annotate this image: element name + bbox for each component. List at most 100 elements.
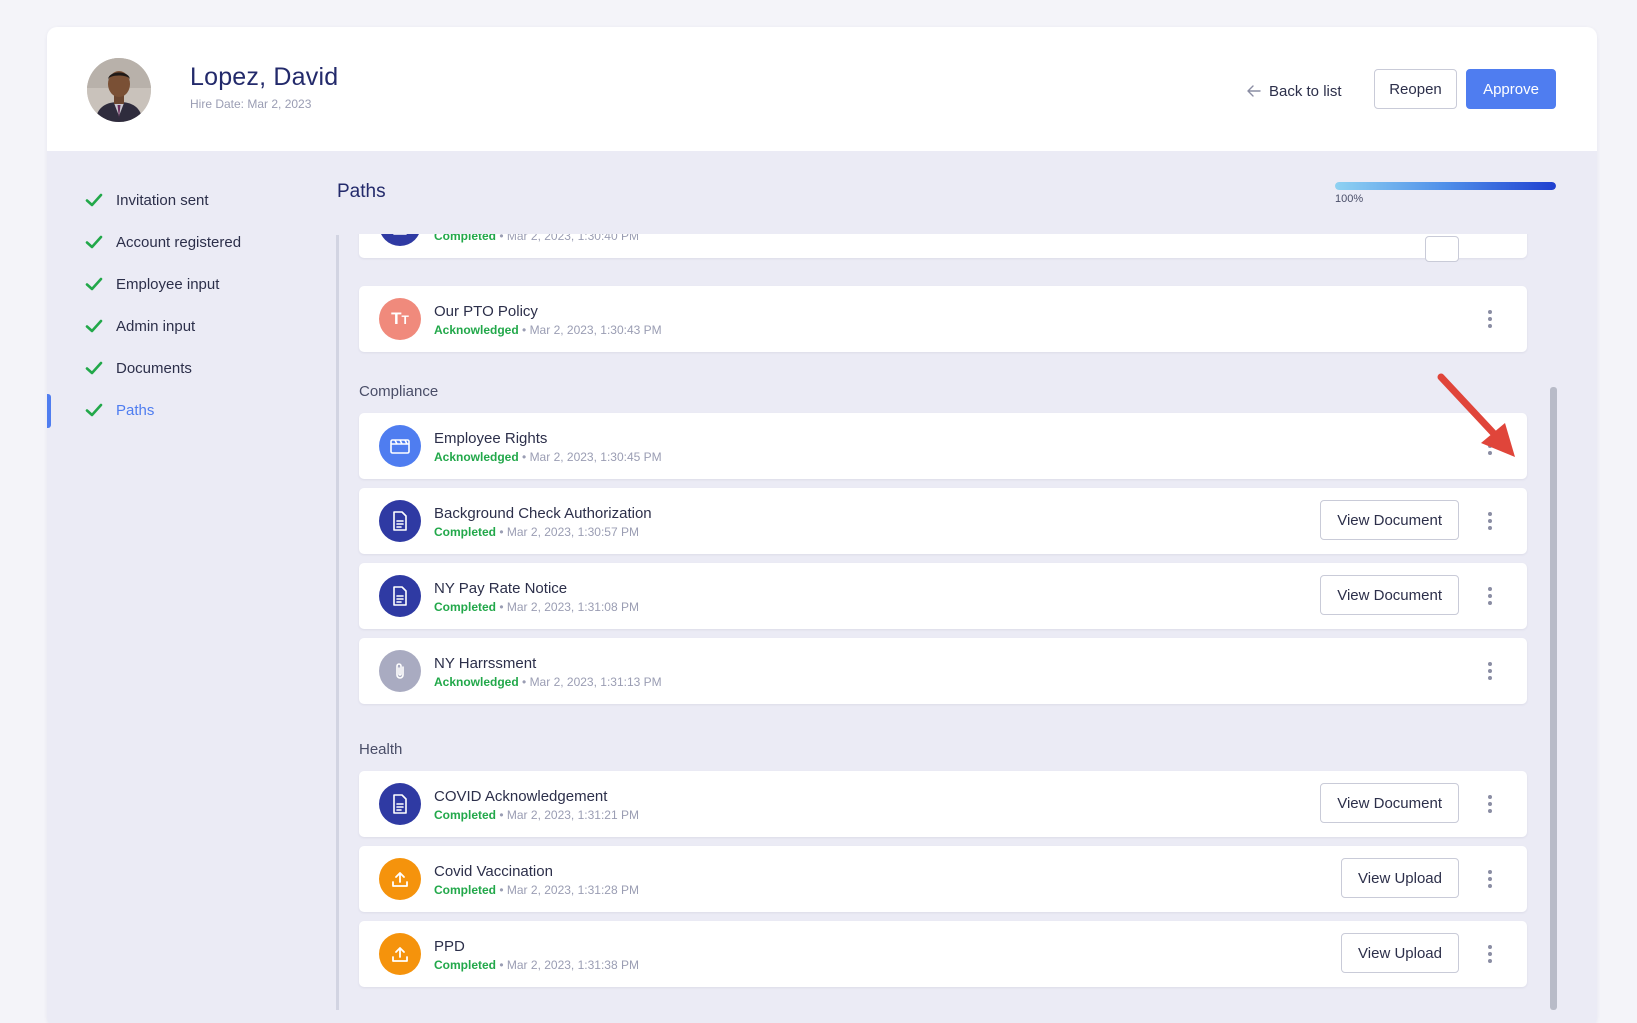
check-icon [85,235,103,249]
check-icon [85,319,103,333]
scrollbar-thumb[interactable] [1550,387,1557,1010]
progress-track [1335,182,1556,190]
more-options-icon[interactable] [1485,308,1495,330]
paths-progress: 100% [1335,182,1556,205]
view-document-button[interactable]: View Document [1320,575,1459,615]
progress-label: 100% [1335,193,1364,205]
more-options-icon[interactable] [1485,585,1495,607]
annotation-arrow-icon [1437,373,1515,457]
item-status: Completed [434,958,497,972]
paths-list[interactable]: Completed • Mar 2, 2023, 1:30:40 PM TT O… [337,234,1557,1014]
arrow-left-icon [1247,85,1261,97]
progress-fill [1335,182,1556,190]
item-meta: Acknowledged • Mar 2, 2023, 1:30:45 PM [434,450,662,464]
item-status: Completed [434,883,497,897]
step-label: Paths [116,401,155,419]
item-timestamp: Mar 2, 2023, 1:31:13 PM [529,675,662,689]
view-document-button[interactable] [1425,236,1459,262]
item-meta: Completed • Mar 2, 2023, 1:30:57 PM [434,525,639,539]
step-employee-input[interactable]: Employee input [47,266,327,302]
item-meta: Completed • Mar 2, 2023, 1:31:21 PM [434,808,639,822]
hire-date: Hire Date: Mar 2, 2023 [190,97,312,111]
paths-title: Paths [337,181,386,202]
list-item: Covid Vaccination Completed • Mar 2, 202… [359,846,1527,912]
list-item: Background Check Authorization Completed… [359,488,1527,554]
item-status: Acknowledged [434,675,519,689]
onboarding-card: Lopez, David Hire Date: Mar 2, 2023 Back… [47,27,1597,1023]
step-invitation-sent[interactable]: Invitation sent [47,182,327,218]
active-step-indicator [47,394,51,428]
check-icon [85,277,103,291]
more-options-icon[interactable] [1485,943,1495,965]
reopen-button[interactable]: Reopen [1374,69,1457,109]
list-item: Employee Rights Acknowledged • Mar 2, 20… [359,413,1527,479]
item-title: NY Pay Rate Notice [434,580,568,597]
upload-icon [379,933,421,975]
item-title: Covid Vaccination [434,863,553,880]
item-timestamp: Mar 2, 2023, 1:30:43 PM [529,323,662,337]
item-status: Completed [434,808,497,822]
avatar [87,58,151,122]
item-meta: Completed • Mar 2, 2023, 1:31:28 PM [434,883,639,897]
step-admin-input[interactable]: Admin input [47,308,327,344]
step-paths[interactable]: Paths [47,392,327,428]
item-status: Acknowledged [434,323,519,337]
view-upload-button[interactable]: View Upload [1341,858,1459,898]
step-label: Employee input [116,275,220,293]
item-title: PPD [434,938,465,955]
list-item: Completed • Mar 2, 2023, 1:30:40 PM [359,234,1527,262]
view-document-button[interactable]: View Document [1320,500,1459,540]
more-options-icon[interactable] [1485,510,1495,532]
back-to-list-link[interactable]: Back to list [1247,79,1342,103]
item-timestamp: Mar 2, 2023, 1:31:28 PM [506,883,639,897]
item-status: Completed [434,234,497,243]
employee-header: Lopez, David Hire Date: Mar 2, 2023 Back… [47,27,1597,151]
list-item: TT Our PTO Policy Acknowledged • Mar 2, … [359,286,1527,352]
item-meta: Completed • Mar 2, 2023, 1:31:38 PM [434,958,639,972]
document-icon [379,575,421,617]
more-options-icon[interactable] [1485,660,1495,682]
step-label: Documents [116,359,192,377]
item-timestamp: Mar 2, 2023, 1:31:38 PM [506,958,639,972]
list-item: PPD Completed • Mar 2, 2023, 1:31:38 PM … [359,921,1527,987]
video-icon [379,425,421,467]
item-status: Acknowledged [434,450,519,464]
item-meta: Completed • Mar 2, 2023, 1:30:40 PM [434,234,639,243]
paperclip-icon [379,650,421,692]
item-title: Background Check Authorization [434,505,652,522]
view-document-button[interactable]: View Document [1320,783,1459,823]
item-timestamp: Mar 2, 2023, 1:30:45 PM [529,450,662,464]
step-label: Account registered [116,233,242,251]
more-options-icon[interactable] [1485,793,1495,815]
more-options-icon[interactable] [1485,868,1495,890]
approve-button[interactable]: Approve [1466,69,1556,109]
list-item: COVID Acknowledgement Completed • Mar 2,… [359,771,1527,837]
step-label: Admin input [116,317,196,335]
document-icon [379,783,421,825]
upload-icon [379,858,421,900]
view-upload-button[interactable]: View Upload [1341,933,1459,973]
group-label-health: Health [359,741,403,758]
step-account-registered[interactable]: Account registered [47,224,327,260]
item-meta: Acknowledged • Mar 2, 2023, 1:30:43 PM [434,323,662,337]
back-to-list-label: Back to list [1269,82,1342,100]
item-timestamp: Mar 2, 2023, 1:30:57 PM [506,525,639,539]
item-timestamp: Mar 2, 2023, 1:31:08 PM [506,600,639,614]
check-icon [85,361,103,375]
document-icon [379,500,421,542]
text-icon: TT [379,298,421,340]
list-item: NY Pay Rate Notice Completed • Mar 2, 20… [359,563,1527,629]
employee-name: Lopez, David [190,63,339,91]
step-documents[interactable]: Documents [47,350,327,386]
item-timestamp: Mar 2, 2023, 1:31:21 PM [506,808,639,822]
item-title: Employee Rights [434,430,548,447]
item-title: COVID Acknowledgement [434,788,608,805]
item-status: Completed [434,525,497,539]
item-title: NY Harrssment [434,655,537,672]
document-icon [379,234,421,246]
item-status: Completed [434,600,497,614]
item-timestamp: Mar 2, 2023, 1:30:40 PM [506,234,639,243]
check-icon [85,193,103,207]
step-label: Invitation sent [116,191,209,209]
list-item: NY Harrssment Acknowledged • Mar 2, 2023… [359,638,1527,704]
